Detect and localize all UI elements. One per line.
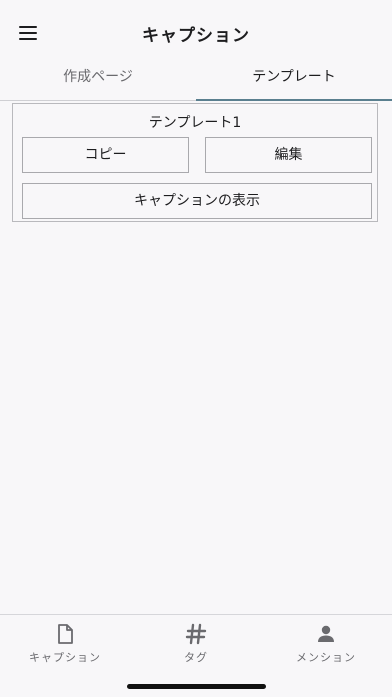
show-caption-button[interactable]: キャプションの表示 (22, 183, 372, 219)
page-title: キャプション (142, 26, 250, 46)
tab-template[interactable]: テンプレート (196, 60, 392, 98)
person-icon (318, 625, 334, 642)
selected-tab-indicator (196, 99, 392, 101)
nav-item-mention[interactable]: メンション (261, 623, 391, 669)
app-header: キャプション (0, 0, 392, 60)
copy-button[interactable]: コピー (22, 137, 189, 173)
document-icon (58, 624, 73, 644)
nav-item-tag[interactable]: タグ (131, 623, 261, 669)
nav-item-caption[interactable]: キャプション (0, 623, 130, 669)
template-card: テンプレート1 コピー 編集 キャプションの表示 (12, 103, 378, 222)
home-indicator (127, 684, 266, 689)
nav-label-caption: キャプション (29, 651, 101, 664)
edit-button[interactable]: 編集 (205, 137, 372, 173)
template-title: テンプレート1 (148, 115, 242, 131)
nav-label-mention: メンション (296, 651, 356, 664)
nav-label-tag: タグ (184, 651, 208, 664)
hashtag-icon (185, 623, 207, 645)
tab-create-page[interactable]: 作成ページ (0, 60, 196, 98)
tab-bar: 作成ページ テンプレート (0, 60, 392, 101)
